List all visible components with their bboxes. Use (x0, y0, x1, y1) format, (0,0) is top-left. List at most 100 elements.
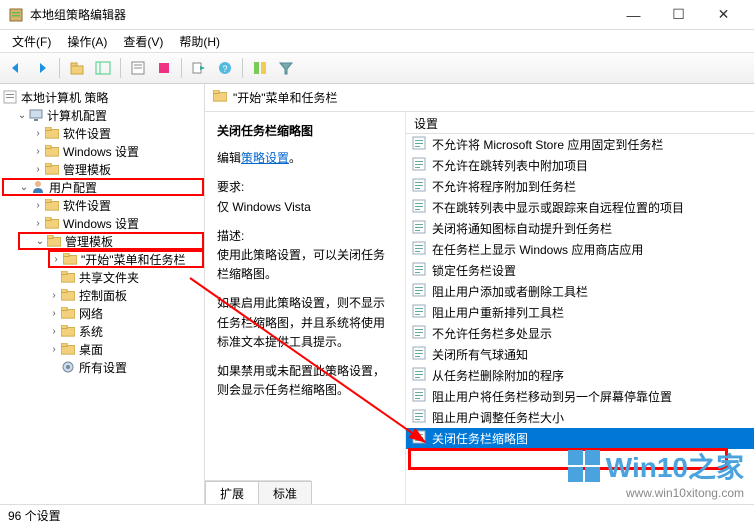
req-label: 要求: (217, 178, 393, 197)
menu-view[interactable]: 查看(V) (115, 31, 171, 52)
setting-label: 从任务栏删除附加的程序 (432, 367, 564, 384)
status-text: 96 个设置 (8, 507, 61, 524)
folder-icon (60, 305, 76, 321)
tree-all-settings[interactable]: 所有设置 (79, 359, 127, 376)
folder-icon (60, 323, 76, 339)
toolbar: ? (0, 52, 754, 84)
app-icon (8, 7, 24, 23)
status-bar: 96 个设置 (0, 504, 754, 526)
expand-icon[interactable]: › (48, 326, 60, 337)
tab-standard[interactable]: 标准 (258, 481, 312, 504)
folder-icon (44, 125, 60, 141)
tree-pane[interactable]: 本地计算机 策略 ⌄ 计算机配置 ›软件设置 ›Windows 设置 ›管理模板 (0, 84, 205, 504)
tree-root[interactable]: 本地计算机 策略 (21, 89, 108, 106)
setting-item[interactable]: 阻止用户添加或者删除工具栏 (406, 281, 754, 302)
tree-windows[interactable]: Windows 设置 (63, 143, 139, 160)
expand-icon[interactable]: › (50, 254, 62, 265)
setting-item[interactable]: 关闭所有气球通知 (406, 344, 754, 365)
tree-control[interactable]: 控制面板 (79, 287, 127, 304)
folder-icon (46, 233, 62, 249)
forward-button[interactable] (30, 56, 54, 80)
folder-icon (44, 161, 60, 177)
expand-icon[interactable]: › (32, 146, 44, 157)
setting-item[interactable]: 不允许将程序附加到任务栏 (406, 176, 754, 197)
setting-icon (412, 283, 428, 300)
tree-admin[interactable]: 管理模板 (63, 161, 111, 178)
tree-network[interactable]: 网络 (79, 305, 103, 322)
up-button[interactable] (65, 56, 89, 80)
setting-label: 不允许在跳转列表中附加项目 (432, 157, 588, 174)
setting-label: 在任务栏上显示 Windows 应用商店应用 (432, 241, 643, 258)
tree-user-config[interactable]: 用户配置 (49, 179, 97, 196)
back-button[interactable] (4, 56, 28, 80)
setting-item[interactable]: 阻止用户重新排列工具栏 (406, 302, 754, 323)
req-value: 仅 Windows Vista (217, 198, 393, 217)
setting-item[interactable]: 不允许将 Microsoft Store 应用固定到任务栏 (406, 134, 754, 155)
setting-item[interactable]: 在任务栏上显示 Windows 应用商店应用 (406, 239, 754, 260)
tab-extended[interactable]: 扩展 (205, 481, 259, 504)
list-header[interactable]: 设置 (406, 112, 754, 134)
tree-software[interactable]: 软件设置 (63, 197, 111, 214)
tree-software[interactable]: 软件设置 (63, 125, 111, 142)
tree-windows[interactable]: Windows 设置 (63, 215, 139, 232)
menu-help[interactable]: 帮助(H) (171, 31, 228, 52)
expand-icon[interactable]: › (48, 290, 60, 301)
export-button[interactable] (187, 56, 211, 80)
maximize-button[interactable]: ☐ (656, 0, 701, 30)
setting-item[interactable]: 不允许任务栏多处显示 (406, 323, 754, 344)
setting-label: 不允许将 Microsoft Store 应用固定到任务栏 (432, 136, 663, 153)
folder-icon (44, 215, 60, 231)
setting-item[interactable]: 锁定任务栏设置 (406, 260, 754, 281)
setting-item[interactable]: 关闭将通知图标自动提升到任务栏 (406, 218, 754, 239)
tree-start-taskbar[interactable]: "开始"菜单和任务栏 (81, 251, 186, 268)
tree-system[interactable]: 系统 (79, 323, 103, 340)
enabled-text: 如果启用此策略设置，则不显示任务栏缩略图，并且系统将使用标准文本提供工具提示。 (217, 294, 393, 352)
policy-icon (2, 89, 18, 105)
setting-item[interactable]: 阻止用户调整任务栏大小 (406, 407, 754, 428)
minimize-button[interactable]: — (611, 0, 656, 30)
show-tree-button[interactable] (91, 56, 115, 80)
svg-text:?: ? (222, 64, 227, 74)
setting-item[interactable]: 从任务栏删除附加的程序 (406, 365, 754, 386)
computer-icon (28, 107, 44, 123)
path-label: "开始"菜单和任务栏 (233, 89, 338, 106)
setting-icon (412, 157, 428, 174)
filter1-button[interactable] (248, 56, 272, 80)
help-button[interactable]: ? (213, 56, 237, 80)
setting-item[interactable]: 不在跳转列表中显示或跟踪来自远程位置的项目 (406, 197, 754, 218)
expand-icon[interactable]: › (48, 344, 60, 355)
overview-text: 使用此策略设置，可以关闭任务栏缩略图。 (217, 246, 393, 284)
edit-policy-link[interactable]: 策略设置 (241, 151, 289, 165)
expand-icon[interactable]: › (32, 164, 44, 175)
menu-file[interactable]: 文件(F) (4, 31, 59, 52)
folder-icon (44, 197, 60, 213)
filter2-button[interactable] (274, 56, 298, 80)
close-button[interactable]: ✕ (701, 0, 746, 30)
tree-admin[interactable]: 管理模板 (65, 233, 113, 250)
expand-icon[interactable]: › (32, 128, 44, 139)
setting-label: 阻止用户调整任务栏大小 (432, 409, 564, 426)
menu-action[interactable]: 操作(A) (59, 31, 115, 52)
setting-label: 关闭任务栏缩略图 (432, 430, 528, 447)
setting-icon (412, 388, 428, 405)
expand-icon[interactable]: › (32, 218, 44, 229)
expand-icon[interactable]: ⌄ (16, 110, 28, 121)
setting-item[interactable]: 不允许在跳转列表中附加项目 (406, 155, 754, 176)
expand-icon[interactable]: ⌄ (18, 182, 30, 193)
path-bar: "开始"菜单和任务栏 (205, 84, 754, 112)
expand-icon[interactable]: › (48, 308, 60, 319)
expand-icon[interactable]: › (32, 200, 44, 211)
tree-shared[interactable]: 共享文件夹 (79, 269, 139, 286)
setting-icon (412, 241, 428, 258)
setting-icon (412, 346, 428, 363)
setting-item[interactable]: 阻止用户将任务栏移动到另一个屏幕停靠位置 (406, 386, 754, 407)
tree-desktop[interactable]: 桌面 (79, 341, 103, 358)
refresh-button[interactable] (152, 56, 176, 80)
tree-computer-config[interactable]: 计算机配置 (47, 107, 107, 124)
folder-icon (60, 287, 76, 303)
setting-label: 阻止用户重新排列工具栏 (432, 304, 564, 321)
expand-icon[interactable]: ⌄ (34, 236, 46, 247)
edit-prefix: 编辑 (217, 151, 241, 165)
window-title: 本地组策略编辑器 (30, 6, 611, 23)
properties-button[interactable] (126, 56, 150, 80)
